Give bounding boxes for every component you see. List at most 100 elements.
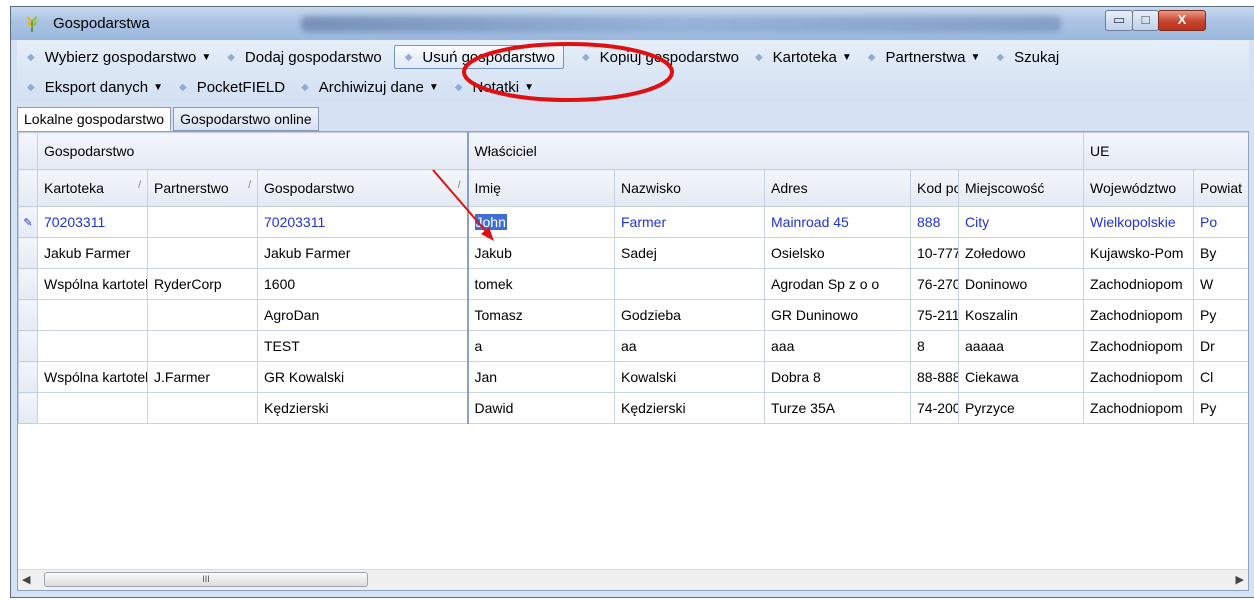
table-cell[interactable]: Zachodniopom (1083, 330, 1195, 362)
column-header[interactable]: Imię (466, 169, 615, 207)
table-cell[interactable]: Sadej (614, 237, 765, 269)
table-cell[interactable]: Jakub Farmer (257, 237, 468, 269)
table-cell[interactable]: W (1193, 268, 1248, 300)
table-cell[interactable]: Wielkopolskie (1083, 206, 1195, 238)
row-selector[interactable] (18, 330, 38, 362)
column-header[interactable]: Adres (764, 169, 911, 207)
table-cell[interactable]: Zachodniopom (1083, 392, 1195, 424)
table-row[interactable]: Jakub Farmer Jakub Farmer Jakub Sadej Osiels… (18, 237, 1248, 269)
table-cell[interactable]: Zachodniopom (1083, 268, 1195, 300)
column-header[interactable]: Miejscowość (957, 169, 1085, 207)
table-cell[interactable]: aaaaa (957, 330, 1085, 362)
table-row[interactable]: Wspólna kartotekaJ.FarmerGR KowalskiJanK… (18, 361, 1248, 393)
table-cell[interactable]: Zachodniopom (1083, 361, 1195, 393)
toolbar-item[interactable]: ◆ Notatki ▼ (445, 75, 540, 99)
scroll-thumb[interactable]: III (44, 572, 368, 587)
table-cell[interactable]: GR Kowalski (257, 361, 468, 393)
tab-local-farm[interactable]: Lokalne gospodarstwo (17, 107, 172, 131)
row-selector[interactable] (18, 268, 38, 300)
table-cell[interactable]: Wspólna kartoteka (37, 361, 148, 393)
table-cell[interactable]: City (957, 206, 1085, 238)
table-cell[interactable]: Py (1193, 392, 1248, 424)
table-cell[interactable]: 10-777 (910, 237, 959, 269)
column-header[interactable]: Kod pocztowy (910, 169, 959, 207)
table-cell[interactable] (147, 299, 258, 331)
table-cell[interactable]: Kędzierski (614, 392, 765, 424)
table-cell[interactable]: Po (1193, 206, 1248, 238)
table-cell[interactable]: aa (614, 330, 765, 362)
table-cell[interactable]: 88-888 (910, 361, 959, 393)
table-cell[interactable]: a (466, 330, 615, 362)
table-cell[interactable]: 70203311 (257, 206, 468, 238)
table-cell[interactable]: aaa (764, 330, 911, 362)
table-cell[interactable]: tomek (466, 268, 615, 300)
table-cell[interactable]: Godzieba (614, 299, 765, 331)
table-cell[interactable] (37, 299, 148, 331)
table-cell[interactable]: Dr (1193, 330, 1248, 362)
table-cell[interactable] (37, 392, 148, 424)
table-cell[interactable]: Kędzierski (257, 392, 468, 424)
table-cell[interactable]: 70203311 (37, 206, 148, 238)
row-selector[interactable] (18, 299, 38, 331)
scroll-left-icon[interactable]: ◀ (22, 573, 30, 586)
row-selector[interactable] (18, 237, 38, 269)
toolbar-item[interactable]: ◆ Archiwizuj dane ▼ (291, 75, 445, 99)
table-cell[interactable] (147, 206, 258, 238)
table-cell[interactable]: Koszalin (957, 299, 1085, 331)
table-cell[interactable]: Agrodan Sp z o o (764, 268, 911, 300)
table-cell[interactable]: 888 (910, 206, 959, 238)
table-cell[interactable]: Zołedowo (957, 237, 1085, 269)
table-cell[interactable]: Kowalski (614, 361, 765, 393)
table-cell[interactable]: Jakub (466, 237, 615, 269)
column-header[interactable]: Gospodarstwo / (257, 169, 468, 207)
table-cell[interactable]: RyderCorp (147, 268, 258, 300)
table-cell[interactable]: Farmer (614, 206, 765, 238)
column-header[interactable]: Partnerstwo / (147, 169, 258, 207)
table-cell[interactable] (37, 330, 148, 362)
table-cell[interactable]: Turze 35A (764, 392, 911, 424)
column-header[interactable]: Województwo (1083, 169, 1195, 207)
table-cell[interactable] (614, 268, 765, 300)
table-cell[interactable]: Pyrzyce (957, 392, 1085, 424)
table-cell[interactable]: Doninowo (957, 268, 1085, 300)
table-cell[interactable]: Kujawsko-Pom (1083, 237, 1195, 269)
horizontal-scrollbar[interactable]: ◀ III ▶ (18, 569, 1248, 590)
table-cell[interactable] (147, 237, 258, 269)
table-row[interactable]: AgroDan Tomasz Godzieba GR Duninowo 75-211 Ko… (18, 299, 1248, 331)
toolbar-item[interactable]: ◆ Eksport danych ▼ (17, 75, 169, 99)
table-cell[interactable]: Ciekawa (957, 361, 1085, 393)
table-cell[interactable]: 75-211 (910, 299, 959, 331)
table-cell[interactable]: Jan (466, 361, 615, 393)
table-cell[interactable]: Jakub Farmer (37, 237, 148, 269)
table-cell[interactable]: GR Duninowo (764, 299, 911, 331)
toolbar-item[interactable]: ◆ Kartoteka ▼ (745, 45, 858, 69)
table-cell[interactable]: J.Farmer (147, 361, 258, 393)
table-cell[interactable]: Cl (1193, 361, 1248, 393)
row-selector[interactable] (18, 392, 38, 424)
table-cell[interactable]: John (466, 206, 615, 238)
table-cell[interactable]: By (1193, 237, 1248, 269)
toolbar-item[interactable]: ◆ Kopiuj gospodarstwo (572, 45, 745, 69)
table-cell[interactable]: AgroDan (257, 299, 468, 331)
toolbar-item[interactable]: ◆ PocketFIELD (169, 75, 291, 99)
table-cell[interactable]: Py (1193, 299, 1248, 331)
close-button[interactable]: X (1158, 10, 1206, 31)
scroll-right-icon[interactable]: ▶ (1236, 573, 1244, 586)
table-row[interactable]: TEST a aa aaa 8 aaaaa Zachodniopom Dr (18, 330, 1248, 362)
title-bar[interactable]: Gospodarstwa ▭ □ X (11, 7, 1254, 40)
table-cell[interactable]: Mainroad 45 (764, 206, 911, 238)
table-cell[interactable] (147, 330, 258, 362)
toolbar-item[interactable]: ◆ Partnerstwa ▼ (858, 45, 987, 69)
toolbar-item[interactable]: ◆ Dodaj gospodarstwo (217, 45, 387, 69)
column-header[interactable]: Powiat (1193, 169, 1248, 207)
table-cell[interactable]: Tomasz (466, 299, 615, 331)
table-row[interactable]: Kędzierski Dawid Kędzierski Turze 35A 74-200… (18, 392, 1248, 424)
table-cell[interactable]: Osielsko (764, 237, 911, 269)
table-cell[interactable] (147, 392, 258, 424)
table-cell[interactable]: 1600 (257, 268, 468, 300)
table-cell[interactable]: Dawid (466, 392, 615, 424)
toolbar-item[interactable]: ◆ Szukaj (986, 45, 1065, 69)
table-cell[interactable]: 76-270 (910, 268, 959, 300)
table-cell[interactable]: Dobra 8 (764, 361, 911, 393)
table-row[interactable]: ✎ 70203311 70203311 John Farmer Mainroad 45 88… (18, 206, 1248, 238)
